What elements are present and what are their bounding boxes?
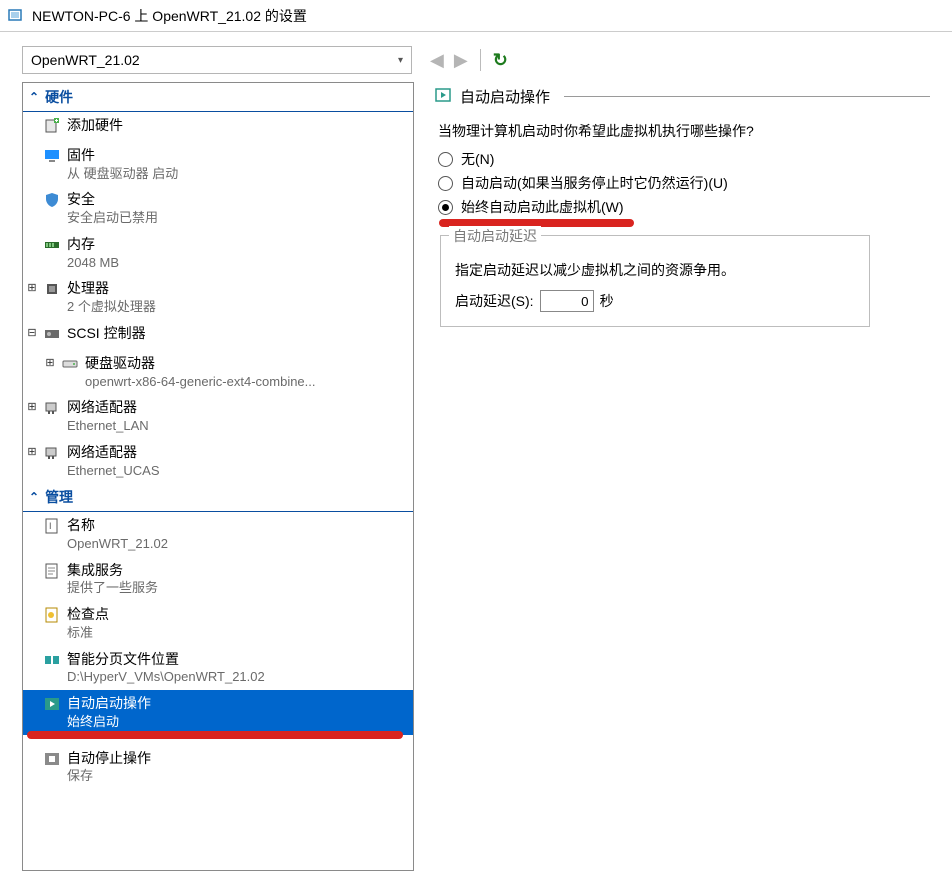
- svg-text:I: I: [49, 521, 52, 531]
- vm-selector-value: OpenWRT_21.02: [31, 52, 140, 68]
- tree-item-nic2[interactable]: ⊞ 网络适配器Ethernet_UCAS: [23, 439, 413, 483]
- scsi-icon: [41, 324, 63, 346]
- monitor-icon: [41, 146, 63, 168]
- group-label: 自动启动延迟: [449, 226, 541, 246]
- tree-item-name[interactable]: I 名称OpenWRT_21.02: [23, 512, 413, 556]
- detail-heading: 自动启动操作: [434, 86, 930, 107]
- nav-icons: ◀ ▶ ↻: [430, 49, 508, 71]
- name-icon: I: [41, 516, 63, 538]
- titlebar: NEWTON-PC-6 上 OpenWRT_21.02 的设置: [0, 0, 952, 32]
- radio-icon: [438, 152, 453, 167]
- delay-unit: 秒: [600, 291, 614, 311]
- tree-item-memory[interactable]: 内存2048 MB: [23, 231, 413, 275]
- vm-selector-dropdown[interactable]: OpenWRT_21.02 ▾: [22, 46, 412, 74]
- toolbar: OpenWRT_21.02 ▾ ◀ ▶ ↻: [0, 32, 952, 82]
- delay-input[interactable]: [540, 290, 594, 312]
- tree-item-firmware[interactable]: 固件从 硬盘驱动器 启动: [23, 142, 413, 186]
- startup-delay-group: 自动启动延迟 指定启动延迟以减少虚拟机之间的资源争用。 启动延迟(S): 秒: [440, 235, 870, 327]
- expand-icon[interactable]: ⊞: [41, 354, 59, 369]
- radio-auto-if-running[interactable]: 自动启动(如果当服务停止时它仍然运行)(U): [434, 173, 930, 193]
- network-icon: [41, 398, 63, 420]
- radio-always[interactable]: 始终自动启动此虚拟机(W): [434, 197, 930, 217]
- network-icon: [41, 443, 63, 465]
- hdd-icon: [59, 354, 81, 376]
- settings-detail: 自动启动操作 当物理计算机启动时你希望此虚拟机执行哪些操作? 无(N) 自动启动…: [434, 82, 930, 871]
- nav-back-icon[interactable]: ◀: [430, 50, 444, 71]
- expand-icon[interactable]: ⊞: [23, 443, 41, 458]
- autostart-icon: [434, 86, 452, 107]
- tree-item-services[interactable]: 集成服务提供了一些服务: [23, 557, 413, 601]
- memory-icon: [41, 235, 63, 257]
- collapse-icon: ⌃: [29, 490, 39, 504]
- section-management[interactable]: ⌃ 管理: [23, 483, 413, 512]
- delay-label: 启动延迟(S):: [455, 291, 534, 311]
- chevron-down-icon: ▾: [398, 55, 403, 66]
- refresh-icon[interactable]: ↻: [493, 50, 508, 71]
- tree-item-autostart[interactable]: 自动启动操作始终启动: [23, 690, 413, 734]
- tree-item-nic1[interactable]: ⊞ 网络适配器Ethernet_LAN: [23, 394, 413, 438]
- tree-item-paging[interactable]: 智能分页文件位置D:\HyperV_VMs\OpenWRT_21.02: [23, 646, 413, 690]
- services-icon: [41, 561, 63, 583]
- vm-settings-icon: [8, 8, 24, 24]
- tree-item-security[interactable]: 安全安全启动已禁用: [23, 186, 413, 230]
- add-hardware-icon: [41, 116, 63, 138]
- tree-item-hdd[interactable]: ⊞ 硬盘驱动器openwrt-x86-64-generic-ext4-combi…: [23, 350, 413, 394]
- collapse-icon: ⌃: [29, 90, 39, 104]
- tree-item-cpu[interactable]: ⊞ 处理器2 个虚拟处理器: [23, 275, 413, 319]
- settings-tree[interactable]: ⌃ 硬件 添加硬件 固件从 硬盘驱动器 启动 安全安全启动已禁用 内存2048 …: [22, 82, 414, 871]
- cpu-icon: [41, 279, 63, 301]
- tree-item-add-hardware[interactable]: 添加硬件: [23, 112, 413, 142]
- expand-icon[interactable]: ⊞: [23, 279, 41, 294]
- radio-icon: [438, 176, 453, 191]
- tree-item-autostop[interactable]: 自动停止操作保存: [23, 745, 413, 789]
- separator: [480, 49, 481, 71]
- expand-icon[interactable]: ⊞: [23, 398, 41, 413]
- radio-none[interactable]: 无(N): [434, 149, 930, 169]
- shield-icon: [41, 190, 63, 212]
- tree-item-checkpoint[interactable]: 检查点标准: [23, 601, 413, 645]
- paging-icon: [41, 650, 63, 672]
- radio-icon: [438, 200, 453, 215]
- collapse-icon[interactable]: ⊟: [23, 324, 41, 339]
- section-hardware[interactable]: ⌃ 硬件: [23, 83, 413, 112]
- checkpoint-icon: [41, 605, 63, 627]
- nav-forward-icon[interactable]: ▶: [454, 50, 468, 71]
- autostop-icon: [41, 749, 63, 771]
- window-title: NEWTON-PC-6 上 OpenWRT_21.02 的设置: [32, 6, 307, 26]
- tree-item-scsi[interactable]: ⊟ SCSI 控制器: [23, 320, 413, 350]
- question-text: 当物理计算机启动时你希望此虚拟机执行哪些操作?: [438, 121, 930, 141]
- autostart-icon: [41, 694, 63, 716]
- group-description: 指定启动延迟以减少虚拟机之间的资源争用。: [455, 260, 855, 280]
